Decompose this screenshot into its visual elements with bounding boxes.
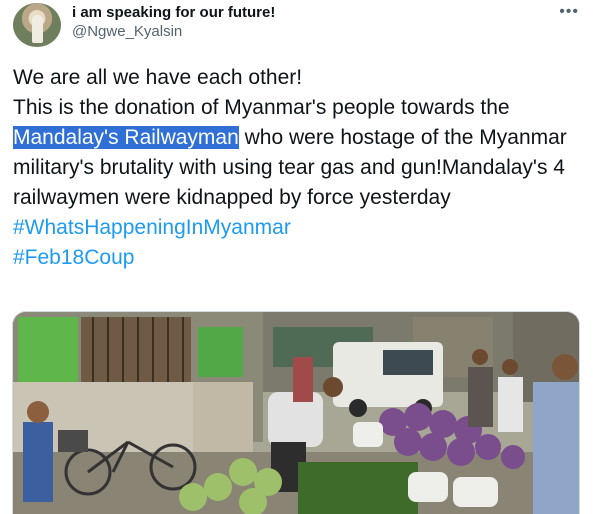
user-handle[interactable]: @Ngwe_Kyalsin bbox=[72, 23, 182, 40]
tweet-text-line1: We are all we have each other! bbox=[13, 66, 303, 89]
hashtag-link[interactable]: #Feb18Coup bbox=[13, 243, 583, 273]
photo-scene bbox=[13, 312, 579, 514]
tweet-card: i am speaking for our future! @Ngwe_Kyal… bbox=[0, 0, 593, 514]
tweet-photo[interactable] bbox=[12, 311, 580, 514]
highlighted-text: Mandalay's Railwayman bbox=[13, 126, 239, 149]
avatar[interactable] bbox=[13, 3, 61, 47]
tweet-text-paragraph: This is the donation of Myanmar's people… bbox=[13, 93, 583, 213]
tweet-text-pre: This is the donation of Myanmar's people… bbox=[13, 96, 510, 119]
more-icon[interactable]: ••• bbox=[559, 3, 579, 21]
hashtag-link[interactable]: #WhatsHappeningInMyanmar bbox=[13, 213, 583, 243]
display-name[interactable]: i am speaking for our future! bbox=[72, 4, 275, 21]
tweet-text: We are all we have each other! This is t… bbox=[13, 63, 583, 273]
